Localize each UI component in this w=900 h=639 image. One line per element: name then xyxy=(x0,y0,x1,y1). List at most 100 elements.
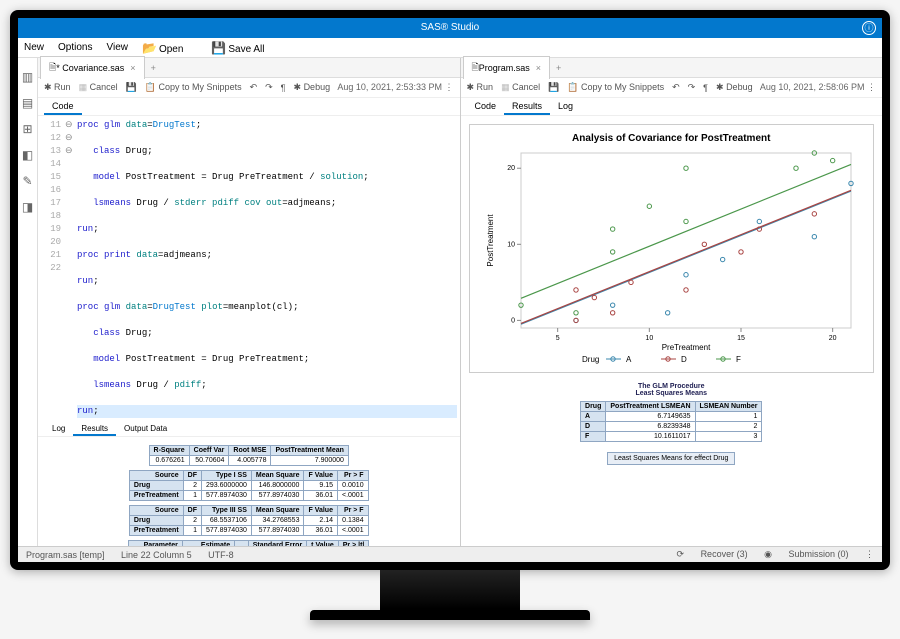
right-timestamp: Aug 10, 2021, 2:58:06 PM ⋮ xyxy=(760,82,876,93)
status-submission[interactable]: ◉ Submission (0) xyxy=(764,549,848,559)
svg-text:F: F xyxy=(736,355,741,364)
left-subtabs: Code xyxy=(38,98,460,116)
menu-new[interactable]: New xyxy=(24,42,44,53)
status-encoding: UTF-8 xyxy=(208,550,234,560)
main-area: ▥ ▤ ⊞ ◧ ✎ ◨ 🗎 * Covariance.sas × + xyxy=(18,58,882,546)
format-icon[interactable]: ¶ xyxy=(281,83,286,93)
cancel-button: ▦ Cancel xyxy=(501,82,540,93)
tab-label: * Covariance.sas xyxy=(56,63,124,73)
run-button[interactable]: ✱ Run xyxy=(44,82,71,93)
subtab-code[interactable]: Code xyxy=(44,98,82,115)
tab-label: Program.sas xyxy=(479,63,530,73)
right-subtabs: Code Results Log xyxy=(461,98,883,116)
right-pane: 🗎 Program.sas × + ✱ Run ▦ Cancel 💾 📋 Cop… xyxy=(461,58,883,546)
format-icon[interactable]: ¶ xyxy=(703,83,708,93)
screen: SAS® Studio ⓘ New Options View 📂Open 💾Sa… xyxy=(18,18,882,562)
fit-stats-table: R-SquareCoeff VarRoot MSEPostTreatment M… xyxy=(149,445,349,466)
right-tabstrip: 🗎 Program.sas × + xyxy=(461,58,883,78)
sidebar-server-icon[interactable]: ⊞ xyxy=(22,122,32,136)
chart-area[interactable]: Analysis of Covariance for PostTreatment… xyxy=(461,116,883,546)
cancel-button: ▦ Cancel xyxy=(79,82,118,93)
left-toolbar: ✱ Run ▦ Cancel 💾 📋 Copy to My Snippets ↶… xyxy=(38,78,460,98)
app-title: SAS® Studio xyxy=(421,22,480,33)
subtab-results[interactable]: Results xyxy=(73,423,116,436)
proc-caption: The GLM Procedure Least Squares Means xyxy=(465,383,879,397)
save-icon[interactable]: 💾 xyxy=(548,82,559,93)
svg-text:0: 0 xyxy=(511,317,515,324)
right-toolbar: ✱ Run ▦ Cancel 💾 📋 Copy to My Snippets ↶… xyxy=(461,78,883,98)
status-file: Program.sas [temp] xyxy=(26,550,105,560)
folder-open-icon: 📂 xyxy=(142,41,157,55)
close-icon[interactable]: × xyxy=(536,63,541,73)
sidebar-libs-icon[interactable]: ◨ xyxy=(22,200,33,214)
sidebar: ▥ ▤ ⊞ ◧ ✎ ◨ xyxy=(18,58,38,546)
subtab-results[interactable]: Results xyxy=(504,98,550,115)
tab-add[interactable]: + xyxy=(145,63,162,73)
menubar: New Options View 📂Open 💾Save All xyxy=(18,38,882,58)
svg-text:20: 20 xyxy=(829,335,837,342)
undo-icon[interactable]: ↶ xyxy=(672,82,680,93)
panes: 🗎 * Covariance.sas × + ✱ Run ▦ Cancel 💾 … xyxy=(38,58,882,546)
svg-text:5: 5 xyxy=(556,335,560,342)
file-icon: 🗎 xyxy=(472,60,479,76)
redo-icon[interactable]: ↷ xyxy=(688,82,696,93)
monitor-frame: SAS® Studio ⓘ New Options View 📂Open 💾Sa… xyxy=(10,10,890,570)
svg-text:PostTreatment: PostTreatment xyxy=(486,214,495,267)
run-button[interactable]: ✱ Run xyxy=(467,82,494,93)
redo-icon[interactable]: ↷ xyxy=(265,82,273,93)
sidebar-files-icon[interactable]: ▤ xyxy=(22,96,33,110)
code-editor[interactable]: 11 12 13 14 15 16 17 18 19 20 21 22 xyxy=(38,116,460,421)
copy-snippets-button[interactable]: 📋 Copy to My Snippets xyxy=(567,82,664,93)
save-icon[interactable]: 💾 xyxy=(126,82,137,93)
lsmeans-effect-button[interactable]: Least Squares Means for effect Drug xyxy=(607,452,735,465)
undo-icon[interactable]: ↶ xyxy=(250,82,258,93)
svg-text:10: 10 xyxy=(646,335,654,342)
svg-text:20: 20 xyxy=(507,165,515,172)
left-results-area[interactable]: R-SquareCoeff VarRoot MSEPostTreatment M… xyxy=(38,437,460,546)
ancova-chart: 5 10 15 20 0 10 20 PreTreatment PostTreatment Dru… xyxy=(481,148,861,368)
svg-text:15: 15 xyxy=(737,335,745,342)
svg-text:D: D xyxy=(681,355,687,364)
subtab-code[interactable]: Code xyxy=(467,98,505,115)
left-pane: 🗎 * Covariance.sas × + ✱ Run ▦ Cancel 💾 … xyxy=(38,58,461,546)
statusbar: Program.sas [temp] Line 22 Column 5 UTF-… xyxy=(18,546,882,562)
svg-text:A: A xyxy=(626,355,632,364)
sidebar-snippets-icon[interactable]: ✎ xyxy=(22,174,32,188)
fold-gutter: ⊖ ⊖ ⊖ xyxy=(65,119,77,418)
status-recover[interactable]: ⟳ Recover (3) xyxy=(677,549,748,559)
sidebar-panel-icon[interactable]: ▥ xyxy=(22,70,33,84)
status-cursor: Line 22 Column 5 xyxy=(121,550,192,560)
debug-button[interactable]: ✱ Debug xyxy=(716,82,753,93)
status-more-icon[interactable]: ⋮ xyxy=(865,549,874,559)
line-gutter: 11 12 13 14 15 16 17 18 19 20 21 22 xyxy=(41,119,65,418)
sidebar-tasks-icon[interactable]: ◧ xyxy=(22,148,33,162)
close-icon[interactable]: × xyxy=(130,63,135,73)
menu-open[interactable]: 📂Open xyxy=(142,41,197,55)
subtab-log[interactable]: Log xyxy=(550,98,581,115)
svg-text:Drug: Drug xyxy=(582,355,599,364)
code-lines[interactable]: proc glm data=DrugTest; class Drug; mode… xyxy=(77,119,457,418)
copy-snippets-button[interactable]: 📋 Copy to My Snippets xyxy=(145,82,242,93)
svg-text:PreTreatment: PreTreatment xyxy=(662,343,711,352)
menu-options[interactable]: Options xyxy=(58,42,92,53)
titlebar: SAS® Studio ⓘ xyxy=(18,18,882,38)
anova3-table: SourceDFType III SSMean SquareF ValuePr … xyxy=(129,505,369,536)
left-timestamp: Aug 10, 2021, 2:53:33 PM ⋮ xyxy=(337,82,453,93)
anova1-table: SourceDFType I SSMean SquareF ValuePr > … xyxy=(129,470,369,501)
svg-text:10: 10 xyxy=(507,241,515,248)
debug-button[interactable]: ✱ Debug xyxy=(294,82,331,93)
subtab-log[interactable]: Log xyxy=(44,423,73,436)
params-table: ParameterEstimateStandard Errort ValuePr… xyxy=(128,540,369,546)
subtab-outputdata[interactable]: Output Data xyxy=(116,423,175,436)
menu-saveall[interactable]: 💾Save All xyxy=(211,41,278,55)
file-icon: 🗎 xyxy=(49,60,56,76)
monitor-stand xyxy=(380,570,520,610)
user-icon[interactable]: ⓘ xyxy=(862,21,876,35)
lsmeans-table: DrugPostTreatment LSMEANLSMEAN Number A6… xyxy=(580,401,762,442)
left-tabstrip: 🗎 * Covariance.sas × + xyxy=(38,58,460,78)
tab-program[interactable]: 🗎 Program.sas × xyxy=(463,56,551,79)
tab-add[interactable]: + xyxy=(550,63,567,73)
tab-covariance[interactable]: 🗎 * Covariance.sas × xyxy=(40,56,145,79)
left-results-tabs: Log Results Output Data xyxy=(38,421,460,437)
menu-view[interactable]: View xyxy=(106,42,128,53)
